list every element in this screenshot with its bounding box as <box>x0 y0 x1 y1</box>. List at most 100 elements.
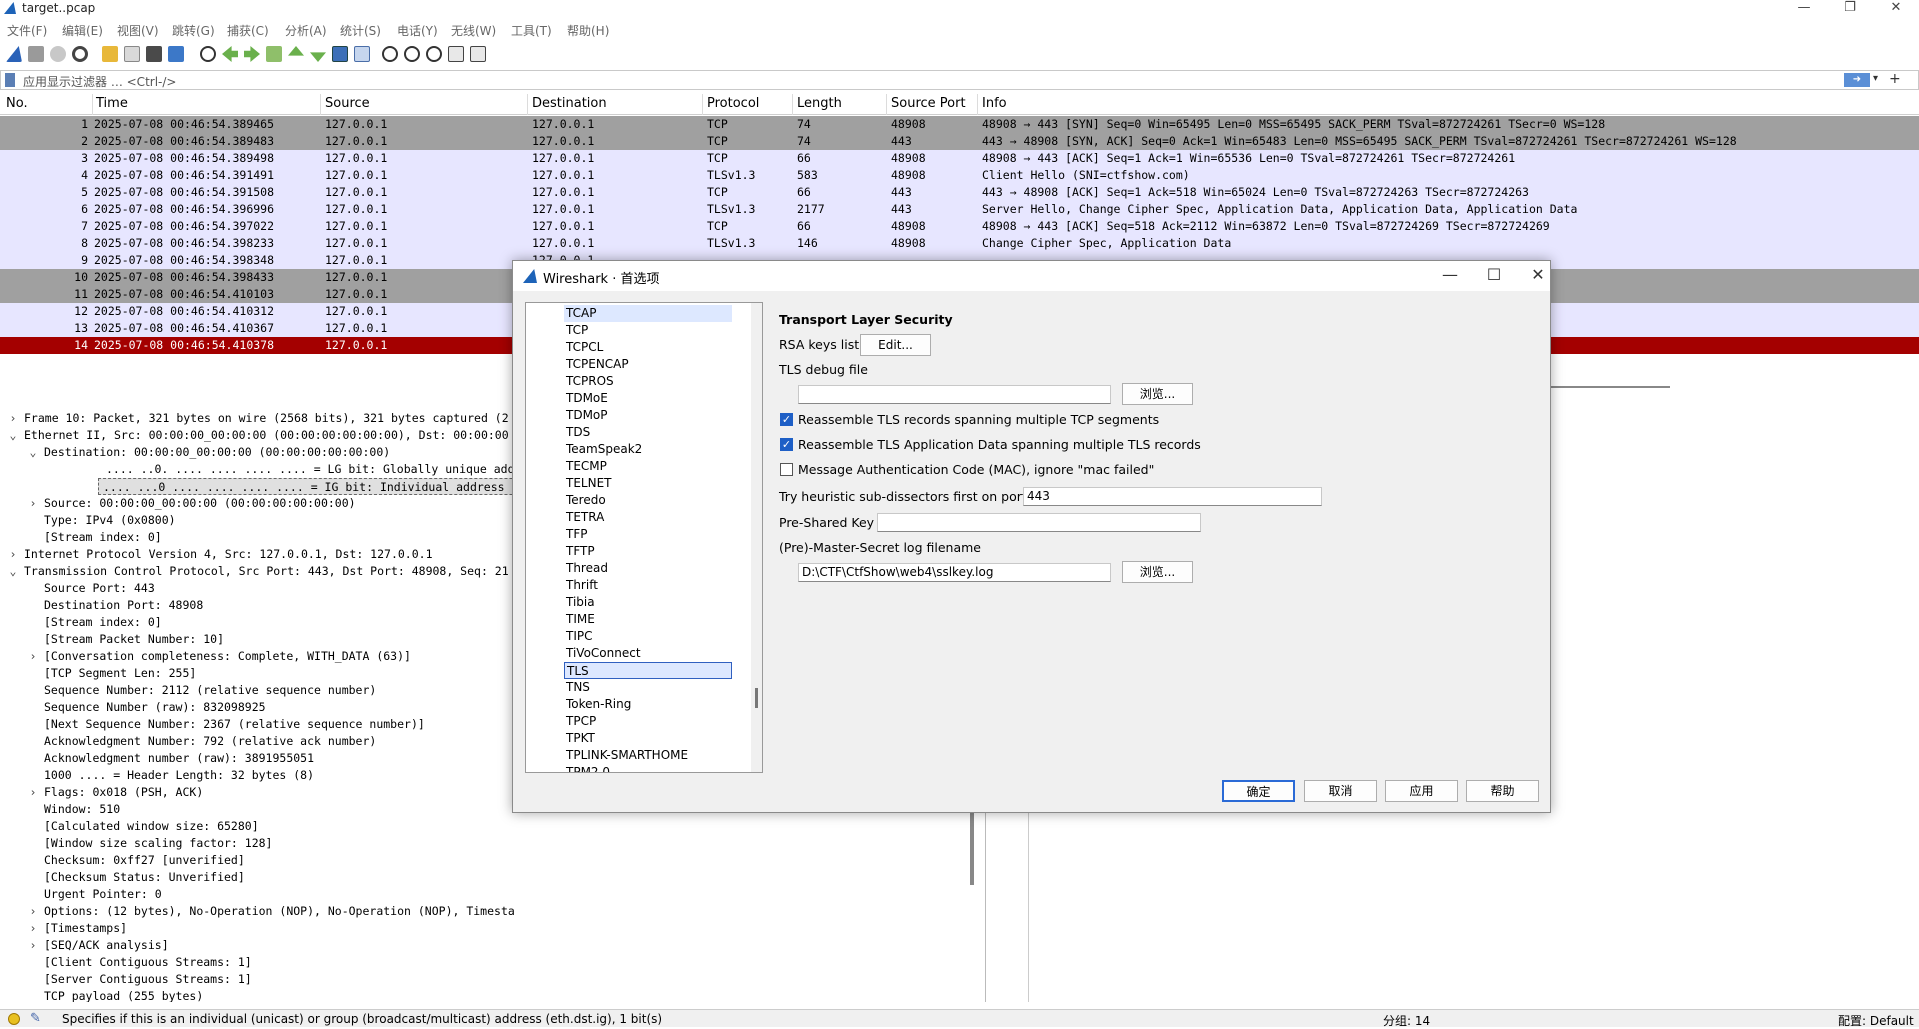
tree-item-tcap[interactable]: TCAP <box>564 305 732 322</box>
debug-browse-button[interactable]: 浏览... <box>1122 383 1193 405</box>
minimize-icon[interactable]: — <box>1781 0 1827 18</box>
detail-tree-node[interactable]: › [SEQ/ACK analysis] <box>0 937 515 954</box>
ok-button[interactable]: 确定 <box>1222 780 1295 802</box>
collapse-arrow-icon[interactable]: ⌄ <box>6 427 20 444</box>
col-source[interactable]: Source <box>325 96 370 111</box>
detail-field[interactable]: [Client Contiguous Streams: 1] <box>0 954 515 971</box>
table-row[interactable]: 6 2025-07-08 00:46:54.396996 127.0.0.1 127.… <box>0 201 1919 218</box>
tree-item-tpm2-0[interactable]: TPM2.0 <box>566 764 610 772</box>
tree-item-tdmoe[interactable]: TDMoE <box>566 390 608 407</box>
tree-item-tcpros[interactable]: TCPROS <box>566 373 614 390</box>
zoom-out-icon[interactable] <box>404 46 420 62</box>
colorize-icon[interactable] <box>354 46 370 62</box>
table-row[interactable]: 3 2025-07-08 00:46:54.389498 127.0.0.1 127.… <box>0 150 1919 167</box>
tree-item-telnet[interactable]: TELNET <box>566 475 612 492</box>
detail-field[interactable]: [Next Sequence Number: 2367 (relative se… <box>0 716 515 733</box>
table-row[interactable]: 1 2025-07-08 00:46:54.389465 127.0.0.1 127.… <box>0 116 1919 133</box>
edit-comment-icon[interactable]: ✎ <box>30 1011 41 1026</box>
detail-field[interactable]: [Window size scaling factor: 128] <box>0 835 515 852</box>
close-file-icon[interactable] <box>146 46 162 62</box>
expand-arrow-icon[interactable]: › <box>26 648 40 665</box>
menu-telephony[interactable]: 电话(Y) <box>397 22 438 39</box>
reassemble-appdata-checkbox[interactable]: ✓ <box>780 438 793 451</box>
detail-field[interactable]: Acknowledgment number (raw): 3891955051 <box>0 750 515 767</box>
go-to-packet-icon[interactable] <box>266 46 282 62</box>
menu-tools[interactable]: 工具(T) <box>511 22 552 39</box>
protocol-tree[interactable]: TCAP TCP TCPCL TCPENCAP TCPROS TDMoE TDMoP TDS T… <box>525 302 763 773</box>
table-row[interactable]: 4 2025-07-08 00:46:54.391491 127.0.0.1 127.… <box>0 167 1919 184</box>
open-file-icon[interactable] <box>102 46 118 62</box>
maximize-icon[interactable]: ❐ <box>1827 0 1873 18</box>
detail-tree-node[interactable]: ⌄ Destination: 00:00:00_00:00:00 (00:00:0… <box>0 444 515 461</box>
tree-item-tds[interactable]: TDS <box>566 424 590 441</box>
psk-input[interactable] <box>877 513 1201 532</box>
tree-item-tcpcl[interactable]: TCPCL <box>566 339 603 356</box>
col-source-port[interactable]: Source Port <box>891 96 966 111</box>
filter-input[interactable]: 应用显示过滤器 … <Ctrl-/> <box>23 73 176 90</box>
detail-tree-node[interactable]: › Flags: 0x018 (PSH, ACK) <box>0 784 515 801</box>
detail-field[interactable]: Sequence Number (raw): 832098925 <box>0 699 515 716</box>
debug-file-input[interactable] <box>798 385 1111 404</box>
filter-bookmark-icon[interactable] <box>5 73 15 87</box>
tree-item-thrift[interactable]: Thrift <box>566 577 598 594</box>
zoom-in-icon[interactable] <box>382 46 398 62</box>
tree-item-tfp[interactable]: TFP <box>566 526 587 543</box>
add-filter-button-icon[interactable]: + <box>1889 71 1901 87</box>
detail-tree-node[interactable]: › Options: (12 bytes), No-Operation (NOP)… <box>0 903 515 920</box>
mac-ignore-checkbox[interactable] <box>780 463 793 476</box>
save-file-icon[interactable] <box>124 46 140 62</box>
detail-field[interactable]: Type: IPv4 (0x0800) <box>0 512 515 529</box>
detail-tree-node[interactable]: › Source: 00:00:00_00:00:00 (00:00:00:00:… <box>0 495 515 512</box>
filter-dropdown-icon[interactable]: ▾ <box>1873 73 1878 84</box>
menu-statistics[interactable]: 统计(S) <box>340 22 381 39</box>
tree-item-tftp[interactable]: TFTP <box>566 543 595 560</box>
col-info[interactable]: Info <box>982 96 1007 111</box>
detail-field[interactable]: Sequence Number: 2112 (relative sequence… <box>0 682 515 699</box>
close-icon[interactable]: ✕ <box>1873 0 1919 18</box>
menu-help[interactable]: 帮助(H) <box>567 22 609 39</box>
col-protocol[interactable]: Protocol <box>707 96 759 111</box>
col-destination[interactable]: Destination <box>532 96 607 111</box>
detail-field[interactable]: .... ...0 .... .... .... .... = IG bit: … <box>98 478 515 495</box>
tree-item-tns[interactable]: TNS <box>566 679 590 696</box>
tree-item-tibia[interactable]: Tibia <box>566 594 595 611</box>
dialog-close-icon[interactable]: ✕ <box>1523 265 1553 284</box>
display-filter-bar[interactable]: 应用显示过滤器 … <Ctrl-/> ➜ ▾ + <box>0 70 1919 90</box>
tree-item-tpkt[interactable]: TPKT <box>566 730 595 747</box>
auto-scroll-icon[interactable] <box>332 46 348 62</box>
tree-item-tipc[interactable]: TIPC <box>566 628 592 645</box>
tree-scroll-thumb[interactable] <box>755 688 758 708</box>
collapse-arrow-icon[interactable]: ⌄ <box>6 563 20 580</box>
capture-options-icon[interactable] <box>72 46 88 62</box>
menu-go[interactable]: 跳转(G) <box>172 22 215 39</box>
stop-capture-icon[interactable] <box>28 46 44 62</box>
last-packet-icon[interactable] <box>310 52 326 62</box>
detail-field[interactable]: [Stream Packet Number: 10] <box>0 631 515 648</box>
menu-view[interactable]: 视图(V) <box>117 22 159 39</box>
table-row[interactable]: 5 2025-07-08 00:46:54.391508 127.0.0.1 127.… <box>0 184 1919 201</box>
expand-arrow-icon[interactable]: › <box>6 410 20 427</box>
detail-tree-node[interactable]: ⌄ Ethernet II, Src: 00:00:00_00:00:00 (00… <box>0 427 515 444</box>
detail-field[interactable]: [Checksum Status: Unverified] <box>0 869 515 886</box>
table-row[interactable]: 8 2025-07-08 00:46:54.398233 127.0.0.1 127.… <box>0 235 1919 252</box>
detail-field[interactable]: .... ..0. .... .... .... .... = LG bit: … <box>0 461 515 478</box>
tree-item-tecmp[interactable]: TECMP <box>566 458 607 475</box>
tree-item-thread[interactable]: Thread <box>566 560 608 577</box>
col-no[interactable]: No. <box>6 96 28 111</box>
detail-field[interactable]: Window: 510 <box>0 801 515 818</box>
tree-item-tls[interactable]: TLS <box>564 662 732 679</box>
tree-item-tdmop[interactable]: TDMoP <box>566 407 608 424</box>
expand-arrow-icon[interactable]: › <box>26 937 40 954</box>
detail-field[interactable]: [TCP Segment Len: 255] <box>0 665 515 682</box>
detail-tree-node[interactable]: › [Timestamps] <box>0 920 515 937</box>
detail-tree-node[interactable]: › Internet Protocol Version 4, Src: 127.0… <box>0 546 515 563</box>
detail-field[interactable]: [Stream index: 0] <box>0 529 515 546</box>
detail-tree-node[interactable]: › [Conversation completeness: Complete, W… <box>0 648 515 665</box>
detail-field[interactable]: Checksum: 0xff27 [unverified] <box>0 852 515 869</box>
details-vscroll[interactable] <box>970 810 974 885</box>
detail-field[interactable]: 1000 .... = Header Length: 32 bytes (8) <box>0 767 515 784</box>
go-back-icon[interactable] <box>222 46 238 62</box>
detail-field[interactable]: TCP payload (255 bytes) <box>0 988 515 1002</box>
detail-field[interactable]: [Server Contiguous Streams: 1] <box>0 971 515 988</box>
tree-item-tivoconnect[interactable]: TiVoConnect <box>566 645 641 662</box>
